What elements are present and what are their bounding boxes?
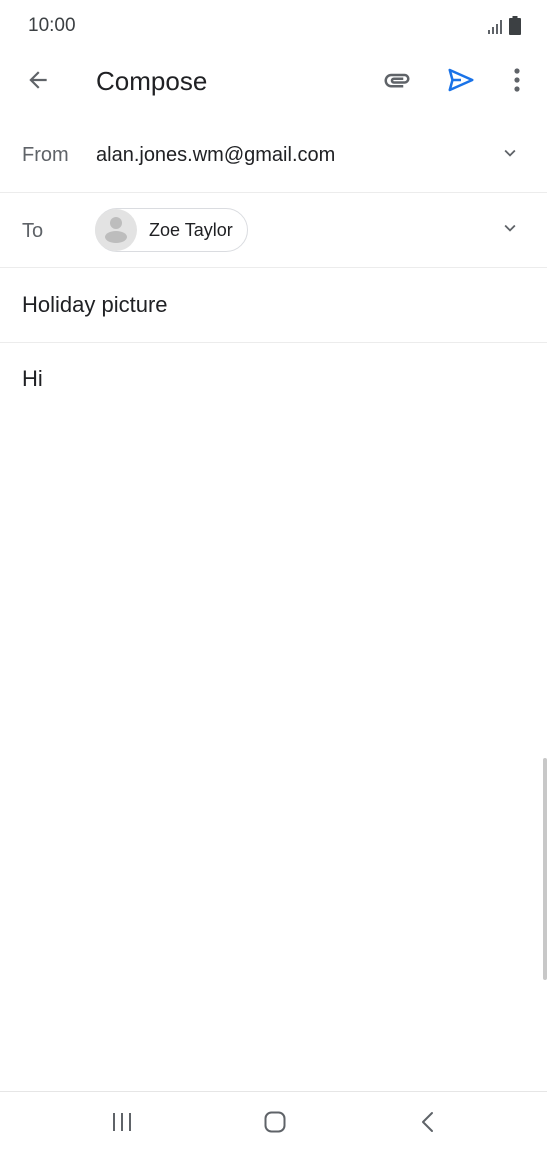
from-row: From alan.jones.wm@gmail.com	[0, 118, 547, 193]
more-options-button[interactable]	[502, 64, 532, 100]
status-bar: 10:00	[0, 0, 547, 52]
scrollbar[interactable]	[543, 758, 547, 980]
chevron-down-icon	[499, 217, 521, 244]
more-vert-icon	[513, 67, 521, 98]
person-icon	[95, 209, 137, 251]
system-back-button[interactable]	[410, 1106, 446, 1142]
paperclip-icon	[382, 65, 412, 100]
status-time: 10:00	[28, 15, 76, 36]
home-button[interactable]	[257, 1106, 293, 1142]
to-row: To Zoe Taylor	[0, 193, 547, 268]
from-expand-button[interactable]	[495, 140, 525, 170]
recent-apps-icon	[110, 1111, 134, 1138]
status-icons	[487, 16, 521, 40]
recipient-name: Zoe Taylor	[149, 219, 233, 240]
subject-row: Holiday picture	[0, 268, 547, 343]
signal-icon	[487, 19, 503, 40]
send-button[interactable]	[442, 64, 480, 100]
send-icon	[446, 65, 476, 100]
avatar	[95, 209, 137, 251]
body-input[interactable]: Hi	[22, 366, 43, 392]
to-label: To	[22, 220, 44, 242]
recent-apps-button[interactable]	[104, 1106, 140, 1142]
chevron-down-icon	[499, 142, 521, 169]
home-icon	[263, 1110, 287, 1139]
navigation-bar	[0, 1091, 547, 1156]
to-expand-button[interactable]	[495, 215, 525, 245]
attach-button[interactable]	[378, 64, 416, 100]
back-button[interactable]	[20, 64, 56, 100]
from-account-value[interactable]: alan.jones.wm@gmail.com	[96, 144, 335, 167]
back-arrow-icon	[25, 67, 51, 98]
app-bar: Compose	[0, 52, 547, 112]
from-label: From	[22, 144, 69, 166]
nav-back-icon	[418, 1110, 438, 1139]
page-title: Compose	[96, 66, 208, 96]
battery-icon	[509, 16, 521, 40]
recipient-chip[interactable]: Zoe Taylor	[95, 208, 248, 252]
subject-input[interactable]: Holiday picture	[22, 292, 168, 318]
